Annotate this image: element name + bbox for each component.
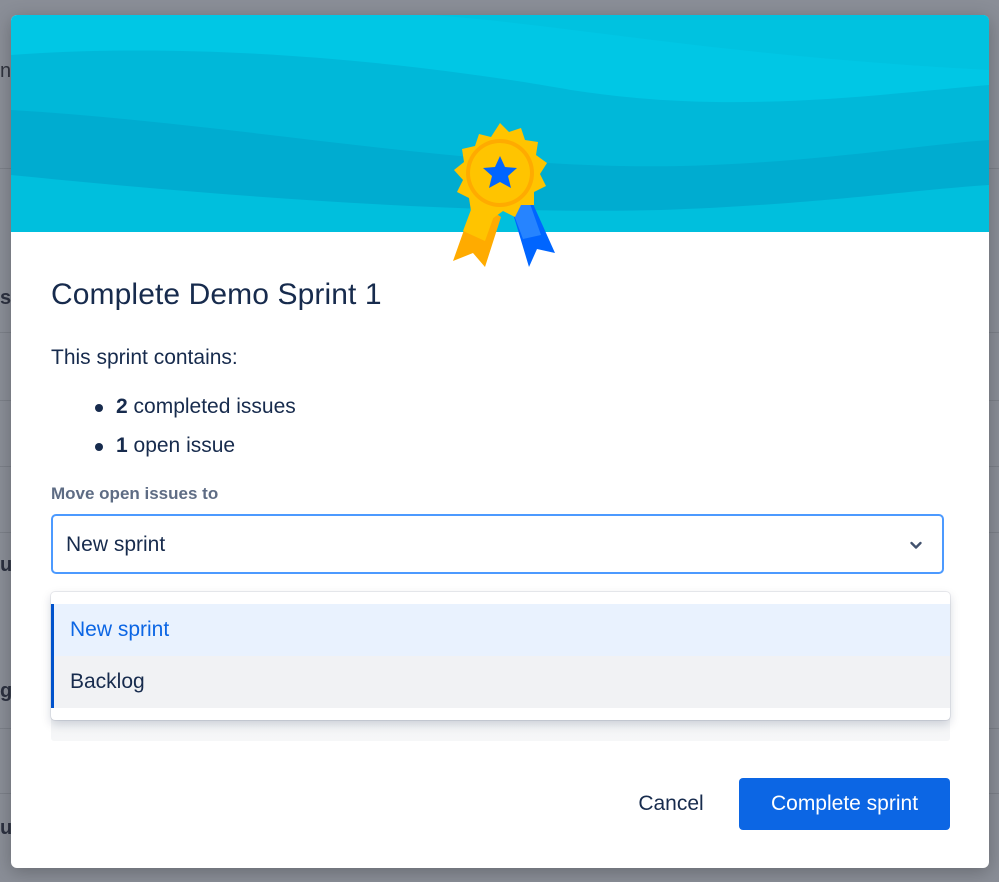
option-new-sprint[interactable]: New sprint bbox=[51, 604, 950, 656]
open-issues-item: 1 open issue bbox=[51, 434, 296, 473]
move-issues-menu: New sprint Backlog bbox=[51, 592, 950, 720]
move-issues-select[interactable]: New sprint bbox=[51, 514, 944, 574]
option-label: New sprint bbox=[70, 618, 170, 641]
bullet bbox=[95, 404, 103, 412]
complete-sprint-dialog: Complete Demo Sprint 1 This sprint conta… bbox=[11, 15, 989, 868]
dialog-title: Complete Demo Sprint 1 bbox=[51, 278, 382, 311]
chevron-down-icon bbox=[910, 541, 922, 549]
sprint-summary-list: 2 completed issues 1 open issue bbox=[51, 395, 296, 473]
open-issues-text: open issue bbox=[127, 434, 236, 457]
select-value: New sprint bbox=[66, 533, 166, 556]
bullet bbox=[95, 443, 103, 451]
award-ribbon-icon bbox=[453, 123, 555, 267]
background-text: s bbox=[0, 287, 12, 309]
option-backlog[interactable]: Backlog bbox=[51, 656, 950, 708]
completed-issues-item: 2 completed issues bbox=[51, 395, 296, 434]
option-label: Backlog bbox=[70, 670, 145, 693]
background-text: n bbox=[0, 60, 12, 82]
sprint-summary-intro: This sprint contains: bbox=[51, 346, 238, 369]
complete-sprint-button[interactable]: Complete sprint bbox=[739, 778, 950, 830]
move-issues-label: Move open issues to bbox=[51, 484, 219, 503]
completed-issues-text: completed issues bbox=[127, 395, 296, 418]
open-issues-count: 1 bbox=[116, 434, 128, 457]
completed-issues-count: 2 bbox=[116, 395, 128, 418]
cancel-button[interactable]: Cancel bbox=[615, 779, 727, 829]
